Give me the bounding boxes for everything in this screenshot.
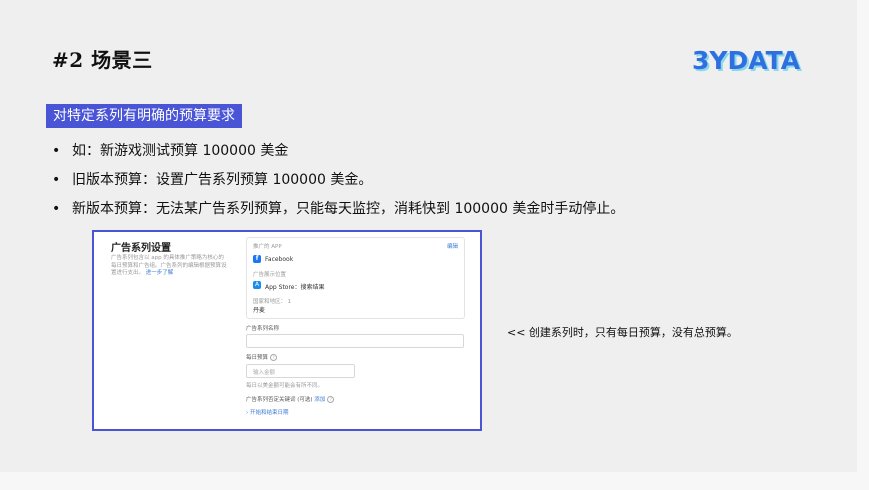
help-icon[interactable]: ? [327,396,335,403]
placement-value: App Store：搜索结果 [265,284,325,291]
daily-budget-input[interactable]: 输入金额 [246,364,355,378]
negative-keywords-label: 广告系列否定关键词 (可选) [246,397,313,403]
brand-logo: 3YDATA 3YDATA [692,46,803,76]
region-label: 国家和地区： 1 [253,297,291,305]
list-item: • 新版本预算：无法某广告系列预算，只能每天监控，消耗快到 100000 美金时手… [52,198,624,227]
bullet-dot: • [52,172,61,188]
bullet-list: • 如：新游戏测试预算 100000 美金 • 旧版本预算：设置广告系列预算 100… [52,140,624,227]
bullet-text: 新版本预算：无法某广告系列预算，只能每天监控，消耗快到 100000 美金时手动… [72,201,625,217]
facebook-icon: f [253,255,261,263]
start-end-dates-link[interactable]: › 开始和结束日期 [246,408,288,416]
learn-more-link[interactable]: 进一步了解 [146,270,174,276]
campaign-settings-heading: 广告系列设置 [111,243,171,254]
bullet-dot: • [52,143,61,159]
slide-right-edge [857,0,869,472]
slide-title: #2 场景三 [52,48,153,72]
negative-keywords-row: 广告系列否定关键词 (可选) 添加? [246,395,335,403]
bullet-text: 如：新游戏测试预算 100000 美金 [72,143,289,159]
section-tag: 对特定系列有明确的预算要求 [46,104,242,128]
budget-hint: 每日以美金额可能会有所不同。 [246,383,324,389]
add-negative-keywords-link[interactable]: 添加 [314,397,325,403]
app-store-icon: A [253,281,261,289]
bullet-text: 旧版本预算：设置广告系列预算 100000 美金。 [72,172,373,188]
help-icon[interactable]: ? [270,354,278,361]
placement-label: 广告展示位置 [253,272,287,278]
promoted-app-label: 推广的 APP [253,244,282,250]
daily-budget-label-text: 每日预算 [246,355,269,361]
list-item: • 如：新游戏测试预算 100000 美金 [52,140,624,169]
bullet-dot: • [52,201,61,217]
embedded-screenshot: 广告系列设置 广告系列包含以 app 的具体推广策略为核心的每日预算和广告组。广… [92,230,482,431]
region-value: 丹麦 [253,307,266,314]
budget-placeholder: 输入金额 [253,370,276,376]
campaign-name-label: 广告系列名称 [246,326,280,332]
campaign-name-input[interactable] [246,334,464,348]
app-summary-card: 推广的 APP 编辑 f Facebook 广告展示位置 A App Store… [246,237,465,319]
list-item: • 旧版本预算：设置广告系列预算 100000 美金。 [52,169,624,198]
edit-link[interactable]: 编辑 [447,242,458,250]
app-name: Facebook [265,256,294,263]
region-count: 1 [287,299,292,305]
annotation-note: << 创建系列时，只有每日预算，没有总预算。 [507,326,738,339]
campaign-settings-description: 广告系列包含以 app 的具体推广策略为核心的每日预算和广告组。广告系列的编辑根… [111,255,229,278]
daily-budget-label: 每日预算? [246,353,278,361]
slide-bottom-edge [0,472,869,490]
logo-text: 3YDATA [692,46,801,75]
